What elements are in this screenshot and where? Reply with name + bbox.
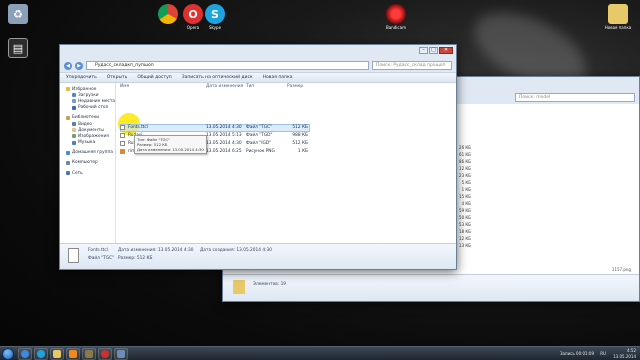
language-indicator[interactable]: RU <box>600 351 606 356</box>
details-created: Дата создания: 13.05.2014 4:30 <box>200 248 272 253</box>
details-size: Размер: 512 КБ <box>118 256 153 261</box>
game-icon <box>85 350 93 358</box>
new-folder-button[interactable]: Новая папка <box>263 75 293 80</box>
file-type: Файл "TGC" <box>246 125 273 130</box>
taskbar-explorer[interactable] <box>50 348 64 360</box>
details-pane: Элементов: 19 <box>223 274 639 301</box>
file-name: Fonts.ttcl <box>128 125 148 130</box>
file-tooltip: Тип: Файл "TGC" Размер: 512 КБ Дата изме… <box>134 135 207 154</box>
clock-date: 13.05.2014 <box>613 353 636 359</box>
taskbar: Запись 00:01:09 4:52 13.05.2014 RU <box>0 346 640 360</box>
video-icon <box>72 122 76 127</box>
details-modified: Дата изменения: 13.05.2014 4:30 <box>118 248 194 253</box>
bandicam-icon[interactable]: Bandicam <box>378 4 414 30</box>
star-icon <box>66 87 70 92</box>
minimize-button[interactable]: – <box>419 47 428 54</box>
recycle-bin-icon[interactable]: ♻ <box>0 4 36 26</box>
share-button[interactable]: Общий доступ <box>137 75 171 80</box>
taskbar-media[interactable] <box>66 348 80 360</box>
taskbar-skype[interactable] <box>34 348 48 360</box>
media-icon <box>69 350 77 358</box>
app-icon <box>117 350 125 358</box>
image-file-icon <box>120 149 125 154</box>
organize-button[interactable]: Упорядочить <box>66 75 97 80</box>
bandicam-icon <box>101 350 109 358</box>
column-size[interactable]: Размер <box>287 83 303 91</box>
open-button[interactable]: Открыть <box>107 75 128 80</box>
file-icon <box>120 133 125 138</box>
homegroup-icon <box>66 150 70 155</box>
file-hint: 1157.png <box>611 267 631 272</box>
picture-icon <box>72 134 76 139</box>
file-size: 512 КБ <box>292 141 308 146</box>
column-type[interactable]: Тип <box>246 83 254 91</box>
navigation-pane: Избранное Загрузки Недавние места Рабочи… <box>60 83 116 243</box>
item-count: Элементов: 19 <box>253 282 287 287</box>
burn-button[interactable]: Записать на оптический диск <box>182 75 253 80</box>
recent-icon <box>72 99 76 104</box>
taskbar-ie[interactable] <box>18 348 32 360</box>
address-text: Рудасс_складкп_пупшоп <box>95 63 154 68</box>
file-size: 988 КБ <box>292 133 308 138</box>
folder-icon <box>53 350 61 358</box>
column-name[interactable]: Имя <box>120 83 129 91</box>
content-area: Избранное Загрузки Недавние места Рабочи… <box>60 83 456 243</box>
file-type: Рисунок PNG <box>246 149 275 154</box>
start-button[interactable] <box>2 348 14 360</box>
table-row[interactable]: Fonts.ttcl 13.05.2014 4:30 Файл "TGC" 51… <box>120 124 310 131</box>
music-icon <box>72 140 76 145</box>
taskbar-bandicam[interactable] <box>98 348 112 360</box>
document-icon <box>72 128 76 133</box>
file-icon <box>120 141 125 146</box>
file-date: 13.05.2014 4:30 <box>206 141 242 146</box>
computer-icon <box>66 160 70 165</box>
maximize-button[interactable]: □ <box>429 47 438 54</box>
network-icon <box>66 171 70 176</box>
file-date: 13.05.2014 6:25 <box>206 149 242 154</box>
folder-icon <box>233 280 245 294</box>
skype-icon[interactable]: S Skype <box>197 4 233 30</box>
new-folder-icon[interactable]: Новая папка <box>600 4 636 30</box>
details-pane: Fonts.ttcl Файл "TGC" Дата изменения: 13… <box>60 243 456 269</box>
taskbar-app[interactable] <box>114 348 128 360</box>
explorer-window-front[interactable]: – □ ✕ ◀ ▶ Рудасс_складкп_пупшоп Поиск: Р… <box>59 44 457 270</box>
file-icon <box>120 125 125 130</box>
tooltip-date: Дата изменения: 13.05.2014 4:30 <box>137 147 204 152</box>
forward-button[interactable]: ▶ <box>75 61 83 70</box>
taskbar-game[interactable] <box>82 348 96 360</box>
close-button[interactable]: ✕ <box>439 47 453 54</box>
file-size: 1 КБ <box>297 149 308 154</box>
library-icon <box>66 115 70 120</box>
column-date[interactable]: Дата изменения <box>206 83 243 91</box>
file-date: 13.05.2014 4:30 <box>206 125 242 130</box>
download-icon <box>72 93 76 98</box>
desktop-icon <box>72 105 76 110</box>
search-input[interactable]: Поиск: Рудасс_склад прощоп <box>372 61 452 70</box>
address-bar[interactable]: Рудасс_складкп_пупшоп <box>86 61 369 70</box>
search-input[interactable]: Поиск: model <box>515 93 635 102</box>
details-file-type: Файл "TGC" <box>88 256 115 261</box>
system-clock[interactable]: 4:52 13.05.2014 <box>613 348 636 359</box>
file-type: Файл "TGD" <box>246 133 273 138</box>
file-type: Файл "IGD" <box>246 141 272 146</box>
command-bar: Упорядочить Открыть Общий доступ Записат… <box>60 72 456 83</box>
file-date: 13.05.2014 5:13 <box>206 133 242 138</box>
media-icon[interactable]: ▤ <box>0 38 36 60</box>
skype-icon <box>37 350 45 358</box>
nav-network[interactable]: Сеть <box>60 170 115 176</box>
caption-buttons: – □ ✕ <box>419 47 453 54</box>
back-button[interactable]: ◀ <box>64 61 72 70</box>
ie-icon <box>21 350 29 358</box>
recording-status: Запись 00:01:09 <box>559 351 594 356</box>
file-size: 512 КБ <box>292 125 308 130</box>
title-bar[interactable]: – □ ✕ <box>60 45 456 59</box>
file-preview-icon <box>68 248 79 263</box>
details-file-name: Fonts.ttcl <box>88 248 108 253</box>
